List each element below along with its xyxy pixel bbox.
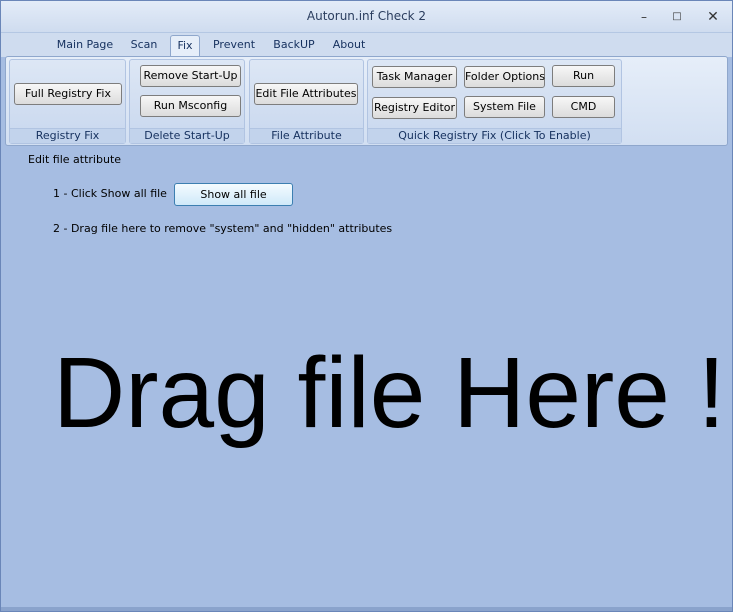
group-label-file-attribute: File Attribute: [250, 128, 363, 143]
task-manager-button[interactable]: Task Manager: [372, 66, 457, 88]
tab-about[interactable]: About: [328, 35, 370, 57]
show-all-file-button[interactable]: Show all file: [174, 183, 293, 206]
close-button[interactable]: ✕: [702, 9, 724, 25]
app-window: Autorun.inf Check 2 – □ ✕ Main Page Scan…: [0, 0, 733, 612]
group-label-delete-startup: Delete Start-Up: [130, 128, 244, 143]
ribbon-panel: Full Registry Fix Registry Fix Remove St…: [5, 56, 728, 146]
window-bottom-border: [1, 607, 732, 611]
group-delete-startup: Remove Start-Up Run Msconfig Delete Star…: [129, 59, 245, 144]
file-drop-zone[interactable]: Drag file Here !: [41, 321, 725, 471]
tab-fix[interactable]: Fix: [170, 35, 200, 57]
cmd-button[interactable]: CMD: [552, 96, 615, 118]
drop-zone-label: Drag file Here !: [53, 337, 726, 449]
tab-scan[interactable]: Scan: [125, 35, 163, 57]
tab-main-page[interactable]: Main Page: [53, 35, 117, 57]
tab-prevent[interactable]: Prevent: [208, 35, 260, 57]
registry-editor-button[interactable]: Registry Editor: [372, 97, 457, 119]
run-button[interactable]: Run: [552, 65, 615, 87]
remove-startup-button[interactable]: Remove Start-Up: [140, 65, 241, 87]
full-registry-fix-button[interactable]: Full Registry Fix: [14, 83, 122, 105]
group-label-registry-fix: Registry Fix: [10, 128, 125, 143]
group-quick-registry-fix: Task Manager Folder Options Run Registry…: [367, 59, 622, 144]
window-title: Autorun.inf Check 2: [306, 9, 427, 23]
system-file-button[interactable]: System File: [464, 96, 545, 118]
minimize-button[interactable]: –: [633, 9, 655, 25]
group-label-quick-registry-fix: Quick Registry Fix (Click To Enable): [368, 128, 621, 143]
title-bar: Autorun.inf Check 2 – □ ✕: [1, 1, 732, 33]
maximize-button[interactable]: □: [666, 9, 688, 25]
edit-file-attributes-button[interactable]: Edit File Attributes: [254, 83, 358, 105]
section-heading: Edit file attribute: [28, 153, 122, 166]
run-msconfig-button[interactable]: Run Msconfig: [140, 95, 241, 117]
group-registry-fix: Full Registry Fix Registry Fix: [9, 59, 126, 144]
step-one-text: 1 - Click Show all file: [53, 187, 167, 200]
folder-options-button[interactable]: Folder Options: [464, 66, 545, 88]
ribbon-tabs: Main Page Scan Fix Prevent BackUP About: [1, 33, 732, 57]
step-two-text: 2 - Drag file here to remove "system" an…: [53, 222, 393, 235]
group-file-attribute: Edit File Attributes File Attribute: [249, 59, 364, 144]
tab-backup[interactable]: BackUP: [269, 35, 319, 57]
